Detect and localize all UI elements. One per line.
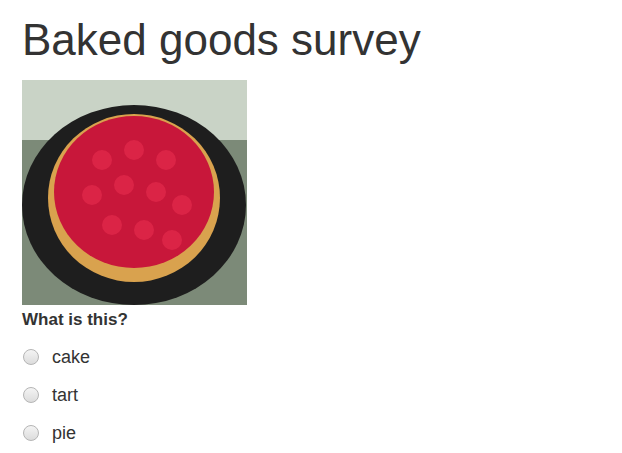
option-row[interactable]: pie [22, 414, 600, 452]
radio-button[interactable] [23, 387, 39, 403]
tart-photo-icon [22, 80, 247, 305]
option-row[interactable]: tart [22, 376, 600, 414]
radio-button[interactable] [23, 425, 39, 441]
option-label: pie [52, 422, 76, 444]
option-label: tart [52, 384, 78, 406]
survey-page: Baked goods survey What is this? cake tart p… [0, 0, 622, 453]
option-label: cake [52, 346, 90, 368]
survey-title: Baked goods survey [22, 16, 600, 64]
question-label: What is this? [22, 309, 600, 331]
option-list: cake tart pie [22, 338, 600, 452]
option-row[interactable]: cake [22, 338, 600, 376]
tart-photo [22, 80, 247, 305]
radio-button[interactable] [23, 349, 39, 365]
question: What is this? cake tart pie [22, 309, 600, 452]
